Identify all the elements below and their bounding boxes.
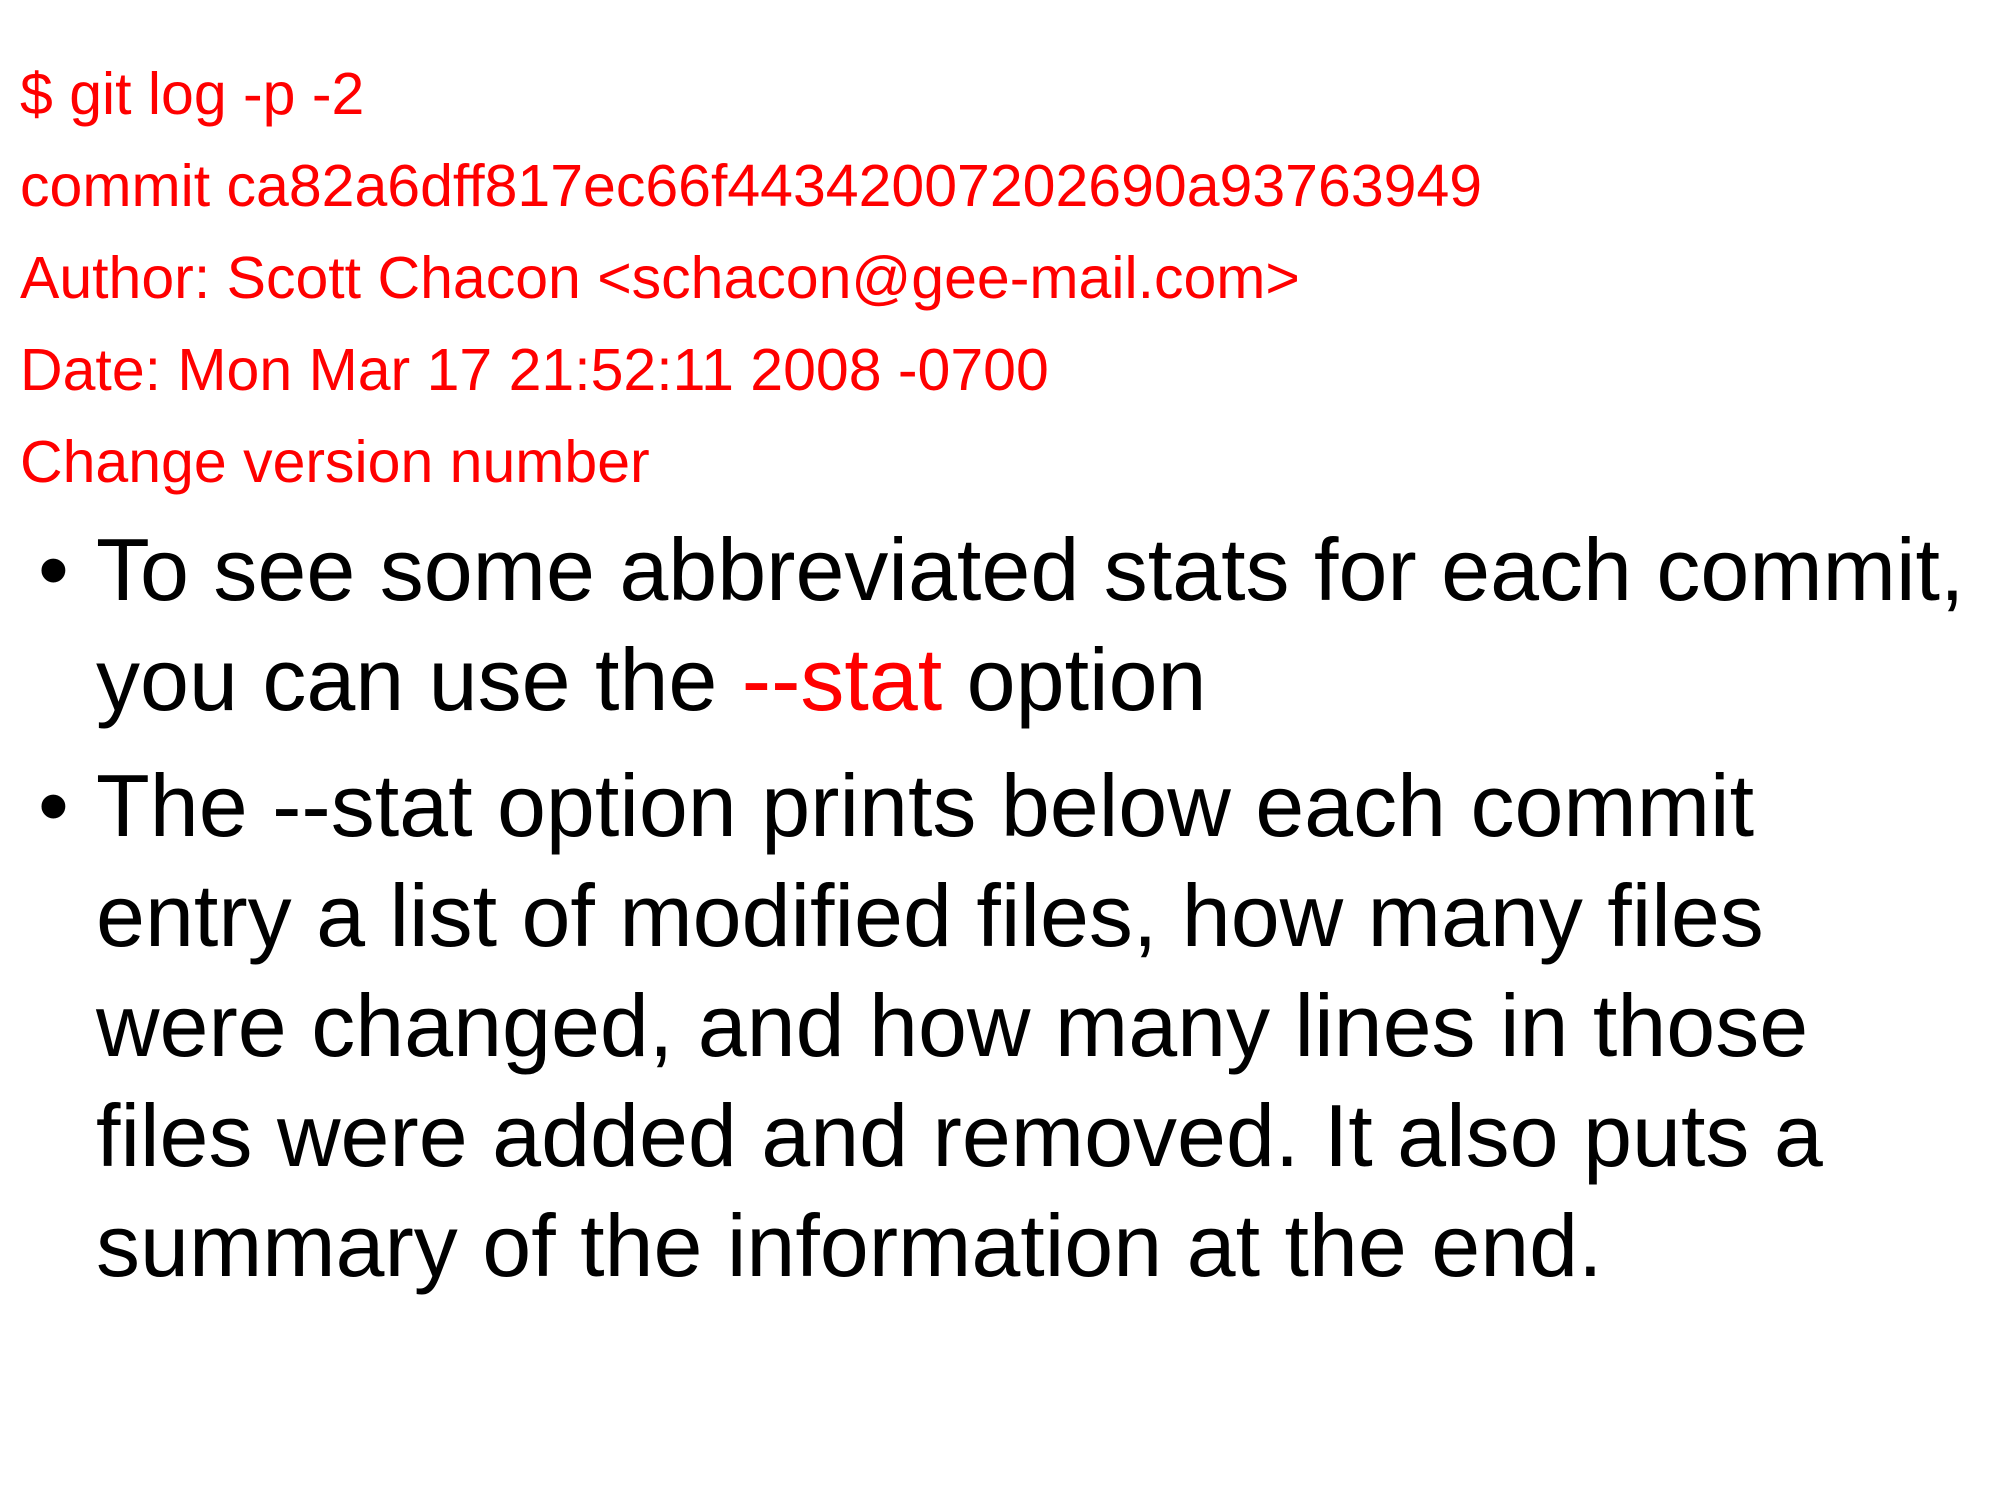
code-line-command: $ git log -p -2 — [20, 61, 365, 127]
code-line-commit-hash: commit ca82a6dff817ec66f44342007202690a9… — [20, 153, 1483, 219]
code-line-date: Date: Mon Mar 17 21:52:11 2008 -0700 — [20, 337, 1049, 403]
bullet-item-stat-intro: • To see some abbreviated stats for each… — [38, 515, 1968, 735]
bullet-item-stat-description: • The --stat option prints below each co… — [38, 751, 1968, 1301]
bullet-text-after: option — [942, 630, 1207, 729]
bullet-icon: • — [38, 520, 69, 619]
stat-option-highlight: --stat — [741, 630, 943, 729]
git-log-code-block: $ git log -p -2 commit ca82a6dff817ec66f… — [20, 48, 1482, 508]
code-line-author: Author: Scott Chacon <schacon@gee-mail.c… — [20, 245, 1300, 311]
code-line-message: Change version number — [20, 429, 650, 495]
bullet-list: • To see some abbreviated stats for each… — [38, 515, 1968, 1317]
bullet-text: The --stat option prints below each comm… — [96, 756, 1823, 1295]
slide: $ git log -p -2 commit ca82a6dff817ec66f… — [0, 0, 2000, 1500]
bullet-icon: • — [38, 756, 69, 855]
